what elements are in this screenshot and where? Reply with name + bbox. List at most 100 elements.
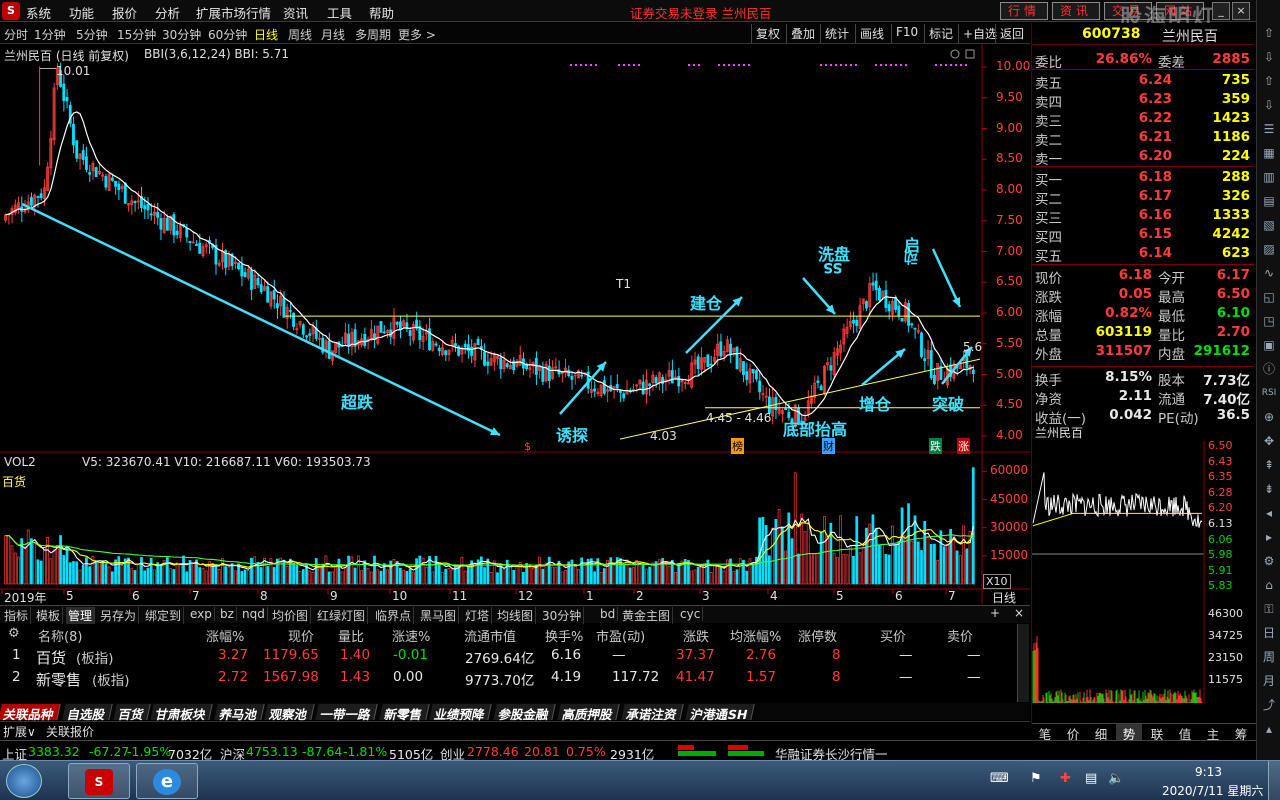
menu-tools[interactable]: 工具 — [327, 3, 352, 22]
category-tab[interactable]: 养马池 — [213, 704, 264, 722]
menu-news[interactable]: 资讯 — [283, 3, 308, 22]
ask-level[interactable]: 卖一 6.20 224 — [1032, 147, 1254, 168]
day-icon[interactable]: 日 — [1260, 624, 1278, 642]
bid-level[interactable]: 买二 6.17 326 — [1032, 187, 1254, 208]
news-button[interactable]: 资讯 — [1052, 2, 1100, 20]
marker-dollar[interactable]: $ — [524, 440, 531, 453]
period-5min[interactable]: 5分钟 — [76, 26, 108, 43]
extend-tab[interactable]: 扩展∨ — [3, 723, 36, 740]
bid-level[interactable]: 买四 6.15 4242 — [1032, 225, 1254, 246]
chevron-up-icon[interactable]: ▴ — [1260, 720, 1278, 738]
adjust-button[interactable]: 复权 — [751, 24, 784, 43]
col-limit-up[interactable]: 涨停数 — [798, 626, 837, 645]
trend-icon[interactable]: ⤴ — [1260, 696, 1278, 714]
period-30min[interactable]: 30分钟 — [162, 26, 201, 43]
zoom-icon[interactable]: ⊕ — [1260, 408, 1278, 426]
col-turnover[interactable]: 换手% — [545, 626, 583, 645]
category-tab[interactable]: 百货 — [112, 704, 151, 722]
category-tab[interactable]: 甘肃板块 — [149, 704, 213, 722]
indicator-tab[interactable]: 黑马图 — [418, 607, 460, 624]
col-avg-change[interactable]: 均涨幅% — [730, 626, 781, 645]
mark-button[interactable]: 标记 — [924, 24, 957, 43]
col-speed[interactable]: 涨速% — [392, 626, 430, 645]
category-tab[interactable]: 沪港通SH — [685, 704, 755, 722]
tray-flag-icon[interactable]: ⚑ — [1030, 771, 1042, 786]
menu-help[interactable]: 帮助 — [369, 3, 394, 22]
settings-icon[interactable]: ⚙ — [1260, 552, 1278, 570]
quote-tab-4[interactable]: 联 — [1144, 724, 1170, 742]
tray-antivirus-icon[interactable]: ✚ — [1060, 771, 1071, 786]
minimize-icon[interactable]: _ — [1212, 2, 1230, 20]
col-bid[interactable]: 买价 — [880, 626, 906, 645]
taskbar-app-stock-icon[interactable]: S — [68, 763, 130, 799]
list-icon[interactable]: ☰ — [1260, 120, 1278, 138]
show-desktop-button[interactable] — [1268, 761, 1280, 800]
menu-analysis[interactable]: 分析 — [155, 3, 180, 22]
ask-level[interactable]: 卖五 6.24 735 — [1032, 71, 1254, 92]
period-1min[interactable]: 1分钟 — [34, 26, 66, 43]
arrow-up-alt-icon[interactable]: ⇧ — [1260, 72, 1278, 90]
marker-finance[interactable]: 财 — [822, 438, 835, 454]
tray-keyboard-icon[interactable]: ⌨ — [990, 771, 1009, 786]
col-pe[interactable]: 市盈(动) — [596, 626, 645, 645]
ask-level[interactable]: 卖四 6.23 359 — [1032, 90, 1254, 111]
bars-icon[interactable]: ▨ — [1260, 240, 1278, 258]
chart-icon[interactable]: ▧ — [1260, 216, 1278, 234]
indicator-tab[interactable]: bd — [598, 607, 619, 621]
indicator-tab[interactable]: 黄金主图 — [620, 607, 674, 624]
indicator-tab[interactable]: cyc — [678, 607, 704, 621]
move-icon[interactable]: ✥ — [1260, 432, 1278, 450]
marker-rise[interactable]: 涨 — [957, 438, 970, 454]
page-up-icon[interactable]: ⇞ — [1260, 456, 1278, 474]
category-tab[interactable]: 业绩预降 — [429, 704, 492, 722]
table-row[interactable]: 2 新零售 (板指) 2.72 1567.98 1.43 0.00 9773.70亿 4.19 1… — [0, 668, 1015, 689]
period-daily[interactable]: 日线 — [254, 26, 278, 43]
category-tab[interactable]: 一带一路 — [314, 704, 378, 722]
indicator-tab[interactable]: 绑定到 — [143, 607, 185, 624]
quote-tab-7[interactable]: 筹 — [1228, 724, 1254, 742]
indicator-tab[interactable]: 均线图 — [495, 607, 537, 624]
wave-icon[interactable]: ∿ — [1260, 264, 1278, 282]
table-icon[interactable]: ▤ — [1260, 192, 1278, 210]
period-monthly[interactable]: 月线 — [321, 26, 345, 43]
ask-level[interactable]: 卖二 6.21 1186 — [1032, 128, 1254, 149]
statistics-button[interactable]: 统计 — [820, 24, 853, 43]
period-more[interactable]: 更多 > — [398, 26, 436, 43]
app-logo-icon[interactable]: S — [2, 2, 20, 20]
quote-tab-5[interactable]: 值 — [1172, 724, 1198, 742]
indicator-tab[interactable]: 30分钟 — [540, 607, 585, 624]
bid-level[interactable]: 买一 6.18 288 — [1032, 168, 1254, 189]
marker-list[interactable]: 榜 — [731, 438, 744, 454]
shrink-icon[interactable]: ◱ — [1260, 288, 1278, 306]
bid-level[interactable]: 买三 6.16 1333 — [1032, 206, 1254, 227]
arrow-right-icon[interactable]: ▸ — [1260, 528, 1278, 546]
period-60min[interactable]: 60分钟 — [208, 26, 247, 43]
period-weekly[interactable]: 周线 — [288, 26, 312, 43]
kline-icon[interactable]: ▥ — [1260, 168, 1278, 186]
page-down-icon[interactable]: ⇟ — [1260, 480, 1278, 498]
quote-tab-0[interactable]: 笔 — [1032, 724, 1058, 742]
f10-button[interactable]: F10 — [891, 24, 922, 43]
period-tick[interactable]: 分时 — [4, 26, 28, 43]
table-row[interactable]: 1 百货 (板指) 3.27 1179.65 1.40 -0.01 2769.64亿 6.16 —… — [0, 646, 1015, 667]
quote-tab-6[interactable]: 主 — [1200, 724, 1226, 742]
indicator-tab[interactable]: exp — [188, 607, 215, 621]
indicator-tab[interactable]: 管理 — [66, 607, 96, 624]
period-multi[interactable]: 多周期 — [355, 26, 391, 43]
category-tab[interactable]: 高质押股 — [557, 704, 620, 722]
arrow-left-icon[interactable]: ◂ — [1260, 504, 1278, 522]
indicator-tab[interactable]: 模板 — [34, 607, 64, 624]
indicator-tab[interactable]: 均价图 — [270, 607, 312, 624]
expand-icon[interactable]: ◳ — [1260, 312, 1278, 330]
clock-date[interactable]: 2020/7/11 星期六 — [1162, 782, 1263, 799]
lock-icon[interactable]: ⚿ — [1260, 600, 1278, 618]
arrow-up-icon[interactable]: ⇧ — [1260, 24, 1278, 42]
menu-quote[interactable]: 报价 — [112, 3, 137, 22]
category-tab[interactable]: 自选股 — [62, 704, 113, 722]
back-button[interactable]: 返回 — [995, 24, 1028, 43]
category-tab[interactable]: 承诺注资 — [621, 704, 684, 722]
home-icon[interactable]: ⌂ — [1260, 576, 1278, 594]
indicator-tab[interactable]: 另存为 — [98, 607, 140, 624]
category-tab[interactable]: 观察池 — [264, 704, 315, 722]
category-tab[interactable]: 参股金融 — [493, 704, 556, 722]
